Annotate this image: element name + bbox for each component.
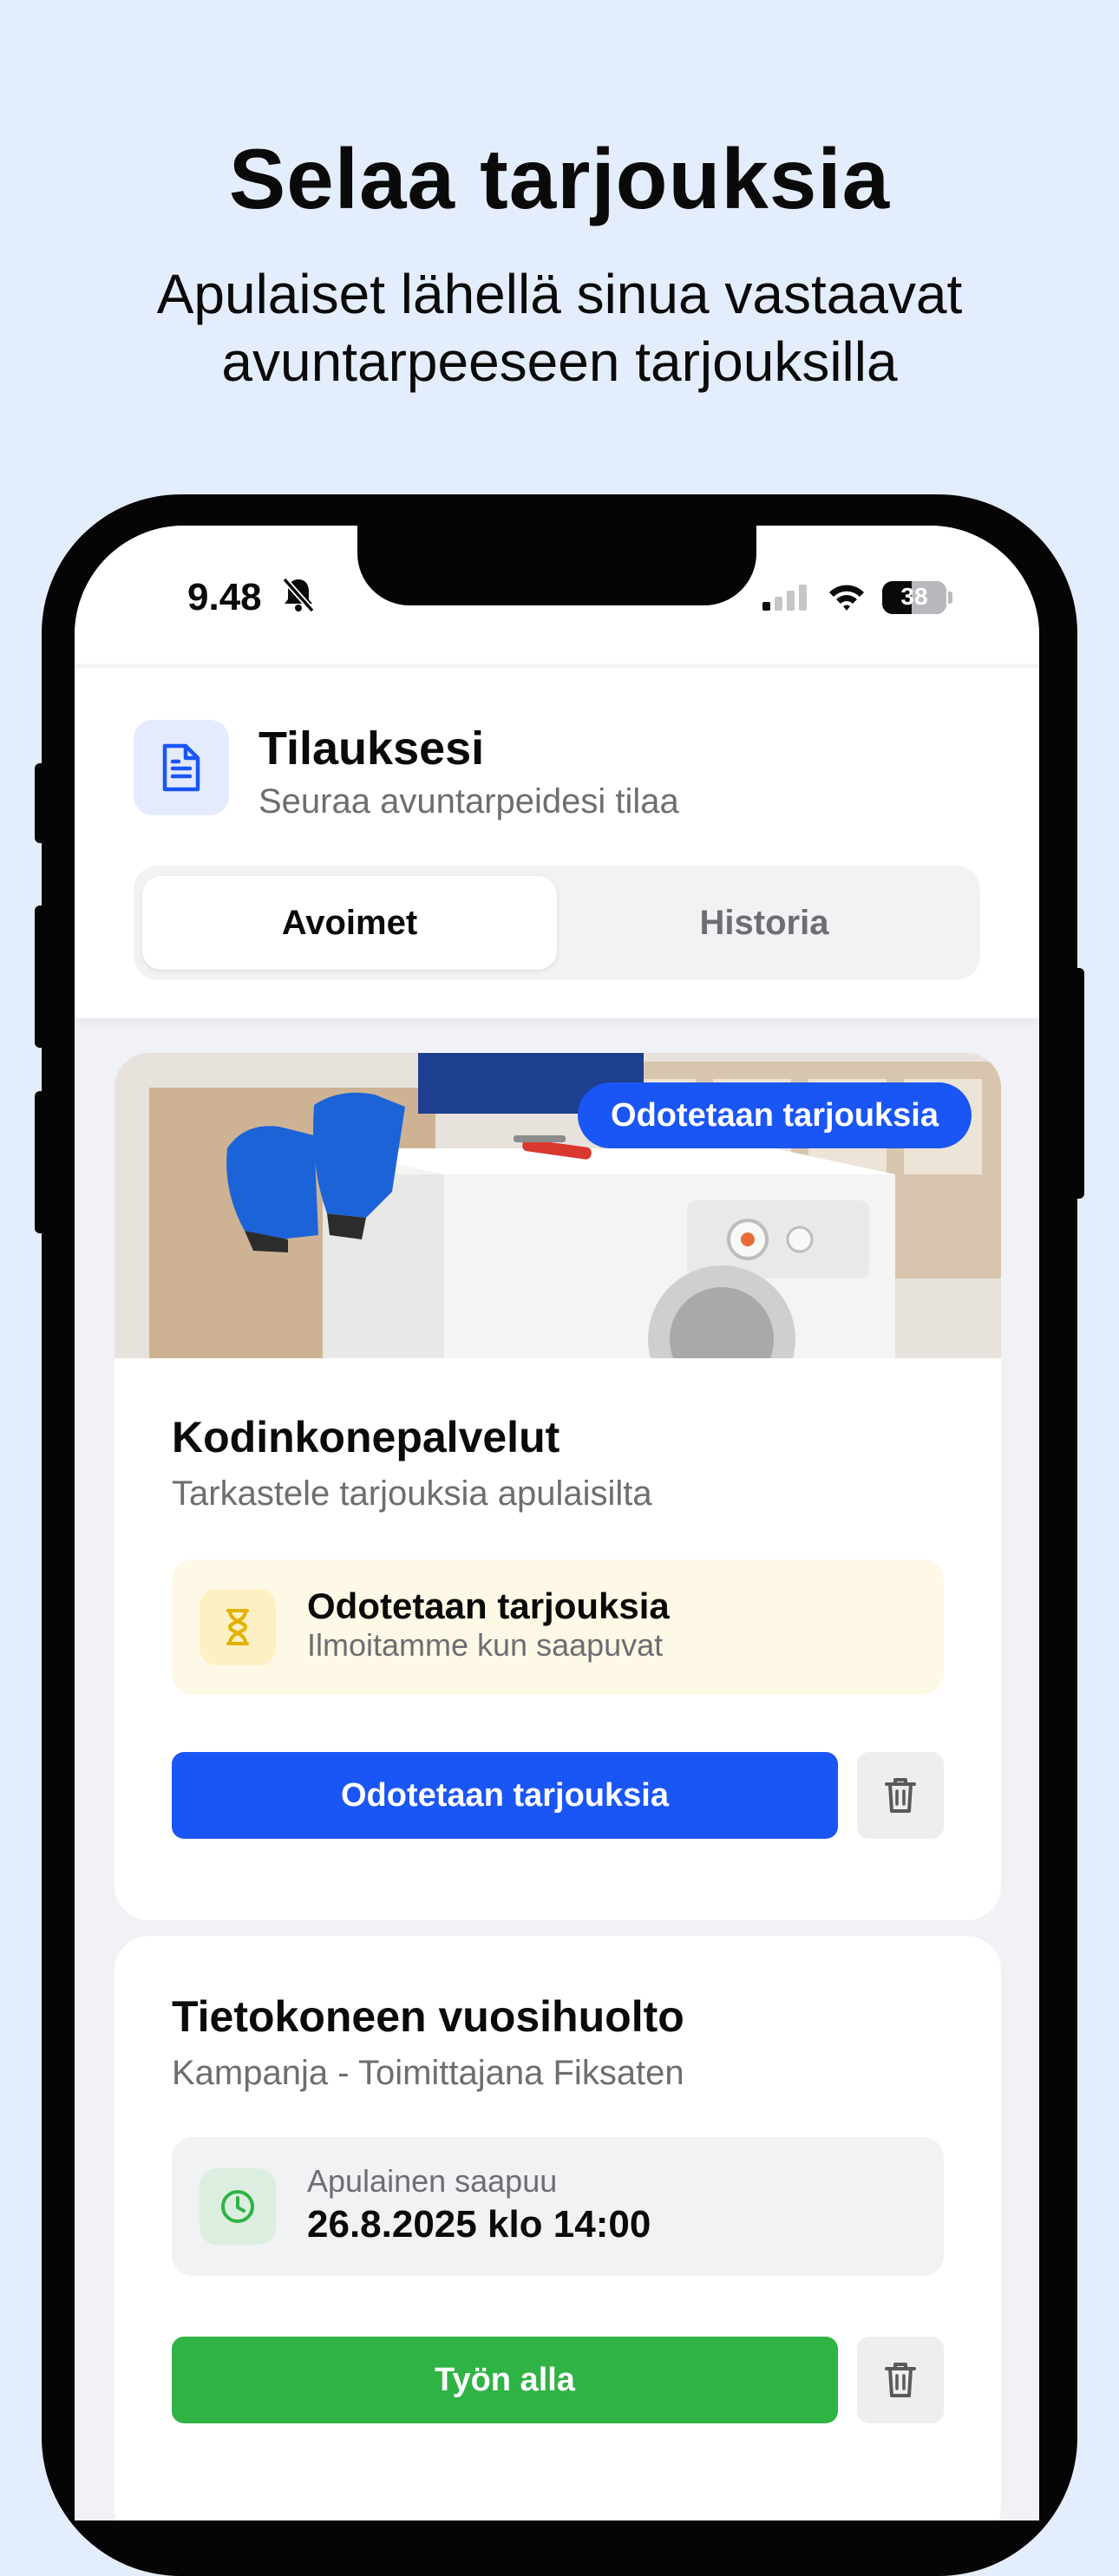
app-screen: 9.48 38 Tilauksesi Seuraa avuntarpeidesi… [75,526,1039,2520]
bell-muted-icon [282,577,315,613]
signal-icon [762,585,807,611]
delete-order-button[interactable] [857,1752,944,1839]
arrival-status-box: Apulainen saapuu 26.8.2025 klo 14:00 [172,2137,944,2276]
trash-icon [885,1778,916,1813]
pending-status-text: Ilmoitamme kun saapuvat [307,1627,664,1663]
status-time: 9.48 [187,576,262,618]
pending-status-title: Odotetaan tarjouksia [307,1585,670,1626]
battery-cap [948,592,952,604]
hero-subtitle: Apulaiset lähellä sinua vastaavat avunta… [87,260,1032,396]
pending-status-box: Odotetaan tarjouksia Ilmoitamme kun saap… [172,1559,944,1695]
page-subtitle: Seuraa avuntarpeidesi tilaa [258,782,679,821]
order-title: Tietokoneen vuosihuolto [172,1992,684,2041]
tab-bar: Avoimet Historia [134,866,980,980]
tab-avoimet[interactable]: Avoimet [142,876,557,970]
status-badge: Odotetaan tarjouksia [578,1082,972,1148]
page-title: Tilauksesi [258,722,485,775]
hourglass-icon [200,1589,276,1665]
battery-icon: 38 [882,581,946,614]
battery-level: 38 [900,583,928,610]
hero-subtitle-line1: Apulaiset lähellä sinua vastaavat [156,263,963,325]
status-icons: 38 [761,581,952,614]
hero-subtitle-line2: avuntarpeeseen tarjouksilla [221,330,898,393]
order-title: Kodinkonepalvelut [172,1413,560,1461]
arrival-label: Apulainen saapuu [307,2163,558,2199]
document-icon [134,720,229,815]
arrival-datetime: 26.8.2025 klo 14:00 [307,2203,651,2246]
phone-side-button [35,763,47,843]
tab-historia[interactable]: Historia [557,876,972,970]
phone-notch [357,526,756,605]
order-card[interactable]: Tietokoneen vuosihuolto Kampanja - Toimi… [115,1936,1001,2520]
order-subtitle: Tarkastele tarjouksia apulaisilta [172,1474,652,1513]
wifi-icon [829,585,864,611]
order-image: Odotetaan tarjouksia [115,1053,1001,1358]
orders-header: Tilauksesi Seuraa avuntarpeidesi tilaa A… [75,664,1039,1018]
phone-power-button [1072,968,1084,1199]
phone-volume-up [35,906,47,1048]
order-card[interactable]: Odotetaan tarjouksia Kodinkonepalvelut T… [115,1053,1001,1920]
order-subtitle: Kampanja - Toimittajana Fiksaten [172,2054,684,2092]
delete-order-button[interactable] [857,2337,944,2423]
awaiting-offers-button[interactable]: Odotetaan tarjouksia [172,1752,838,1839]
trash-icon [885,2363,916,2397]
hero-title: Selaa tarjouksia [228,131,891,226]
clock-icon [200,2168,276,2245]
phone-volume-down [35,1091,47,1233]
in-progress-button[interactable]: Työn alla [172,2337,838,2423]
